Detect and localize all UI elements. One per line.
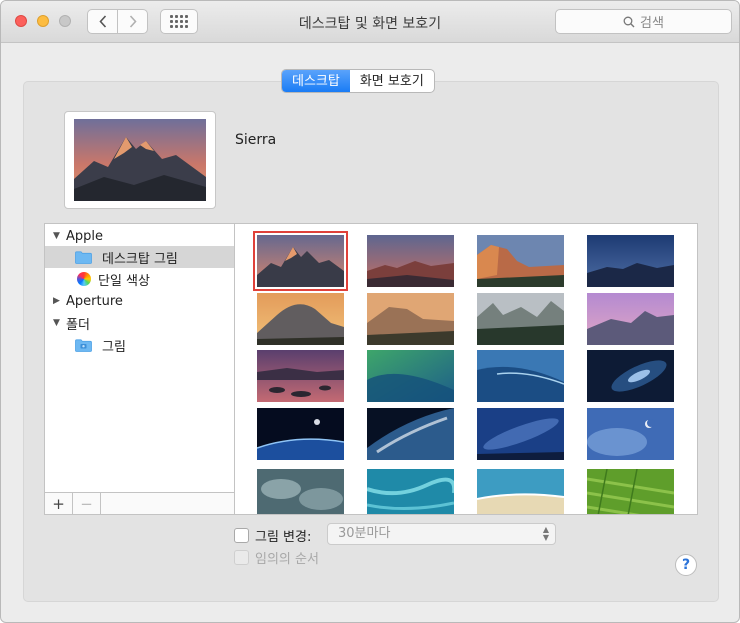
wallpaper-thumb-storm-clouds[interactable] xyxy=(257,469,344,515)
wallpaper-thumb-el-capitan-night[interactable] xyxy=(587,235,674,287)
wallpaper-thumb-yosemite-pink-sky[interactable] xyxy=(587,293,674,345)
titlebar: 데스크탑 및 화면 보호기 검색 xyxy=(1,1,739,43)
wallpaper-thumb-yosemite-valley[interactable] xyxy=(477,293,564,345)
sidebar-group-aperture[interactable]: ▶ Aperture xyxy=(45,290,234,312)
wallpaper-thumb-river-delta[interactable] xyxy=(367,469,454,515)
source-list-toolbar: + − xyxy=(45,492,234,514)
wallpaper-thumb-half-dome-sunset[interactable] xyxy=(257,293,344,345)
current-wallpaper-preview xyxy=(64,111,216,209)
disclosure-down-icon[interactable]: ▼ xyxy=(53,231,62,241)
sidebar-group-apple[interactable]: ▼ Apple xyxy=(45,225,234,247)
wallpaper-thumb-lake-rocks-dusk[interactable] xyxy=(257,350,344,402)
change-interval-select[interactable]: 30분마다 ▲ ▼ xyxy=(327,523,556,545)
help-button[interactable]: ? xyxy=(675,554,697,576)
sierra-wallpaper-thumbnail xyxy=(74,119,206,201)
sidebar-item-label: 단일 색상 xyxy=(98,273,150,289)
remove-folder-button[interactable]: − xyxy=(73,493,101,514)
wallpaper-thumb-galaxy[interactable] xyxy=(587,350,674,402)
wallpaper-thumb-el-capitan-sunset[interactable] xyxy=(477,235,564,287)
source-list: ▼ Apple 데스크탑 그림 단일 색상 ▶ Aperture ▼ 폴더 그림… xyxy=(44,223,235,515)
wallpaper-thumb-green-wave[interactable] xyxy=(367,350,454,402)
sidebar-item-label: 그림 xyxy=(102,339,126,355)
wallpaper-thumb-earth-horizon-moon[interactable] xyxy=(257,408,344,460)
sidebar-group-folders[interactable]: ▼ 폴더 xyxy=(45,312,234,334)
sidebar-item-label: Apple xyxy=(66,228,104,244)
tab-switcher: 데스크탑 화면 보호기 xyxy=(281,69,435,93)
random-order-label: 임의의 순서 xyxy=(255,552,319,567)
search-placeholder: 검색 xyxy=(640,16,664,31)
change-picture-label: 그림 변경: xyxy=(255,530,312,545)
sidebar-item-label: 데스크탑 그림 xyxy=(102,251,178,267)
wallpaper-thumb-earth-clouds[interactable] xyxy=(367,408,454,460)
random-order-checkbox[interactable] xyxy=(234,550,249,565)
wallpaper-thumb-beach-shore[interactable] xyxy=(477,469,564,515)
updown-chevron-icon: ▲ ▼ xyxy=(542,525,549,542)
current-wallpaper-name: Sierra xyxy=(235,132,277,148)
wallpaper-grid xyxy=(235,223,698,515)
folder-icon xyxy=(75,250,92,264)
wallpaper-thumb-blue-wave[interactable] xyxy=(477,350,564,402)
pictures-folder-icon xyxy=(75,338,92,352)
add-folder-button[interactable]: + xyxy=(45,493,73,514)
wallpaper-thumb-milky-way[interactable] xyxy=(477,408,564,460)
tab-desktop[interactable]: 데스크탑 xyxy=(282,70,350,92)
wallpaper-thumb-moon-clouds[interactable] xyxy=(587,408,674,460)
search-field[interactable]: 검색 xyxy=(555,9,732,34)
disclosure-right-icon[interactable]: ▶ xyxy=(53,296,62,306)
wallpaper-thumb-sierra-dusk-range[interactable] xyxy=(367,235,454,287)
sidebar-item-pictures[interactable]: 그림 xyxy=(45,334,234,356)
sidebar-item-desktop-pictures[interactable]: 데스크탑 그림 xyxy=(45,246,234,268)
preferences-window: 데스크탑 및 화면 보호기 검색 데스크탑 화면 보호기 Sierra ▼ Ap xyxy=(0,0,740,623)
wallpaper-thumb-sierra-mountain[interactable] xyxy=(253,231,348,291)
tab-screensaver[interactable]: 화면 보호기 xyxy=(350,70,434,92)
wallpaper-thumb-el-capitan-sunrise[interactable] xyxy=(367,293,454,345)
color-wheel-icon xyxy=(77,272,91,286)
sidebar-item-label: Aperture xyxy=(66,293,123,309)
sidebar-item-label: 폴더 xyxy=(66,317,90,333)
change-picture-checkbox[interactable] xyxy=(234,528,249,543)
disclosure-down-icon[interactable]: ▼ xyxy=(53,318,62,328)
search-icon xyxy=(623,16,635,27)
wallpaper-thumb-green-fields[interactable] xyxy=(587,469,674,515)
change-interval-value: 30분마다 xyxy=(338,526,391,541)
sidebar-item-solid-colors[interactable]: 단일 색상 xyxy=(45,268,234,290)
